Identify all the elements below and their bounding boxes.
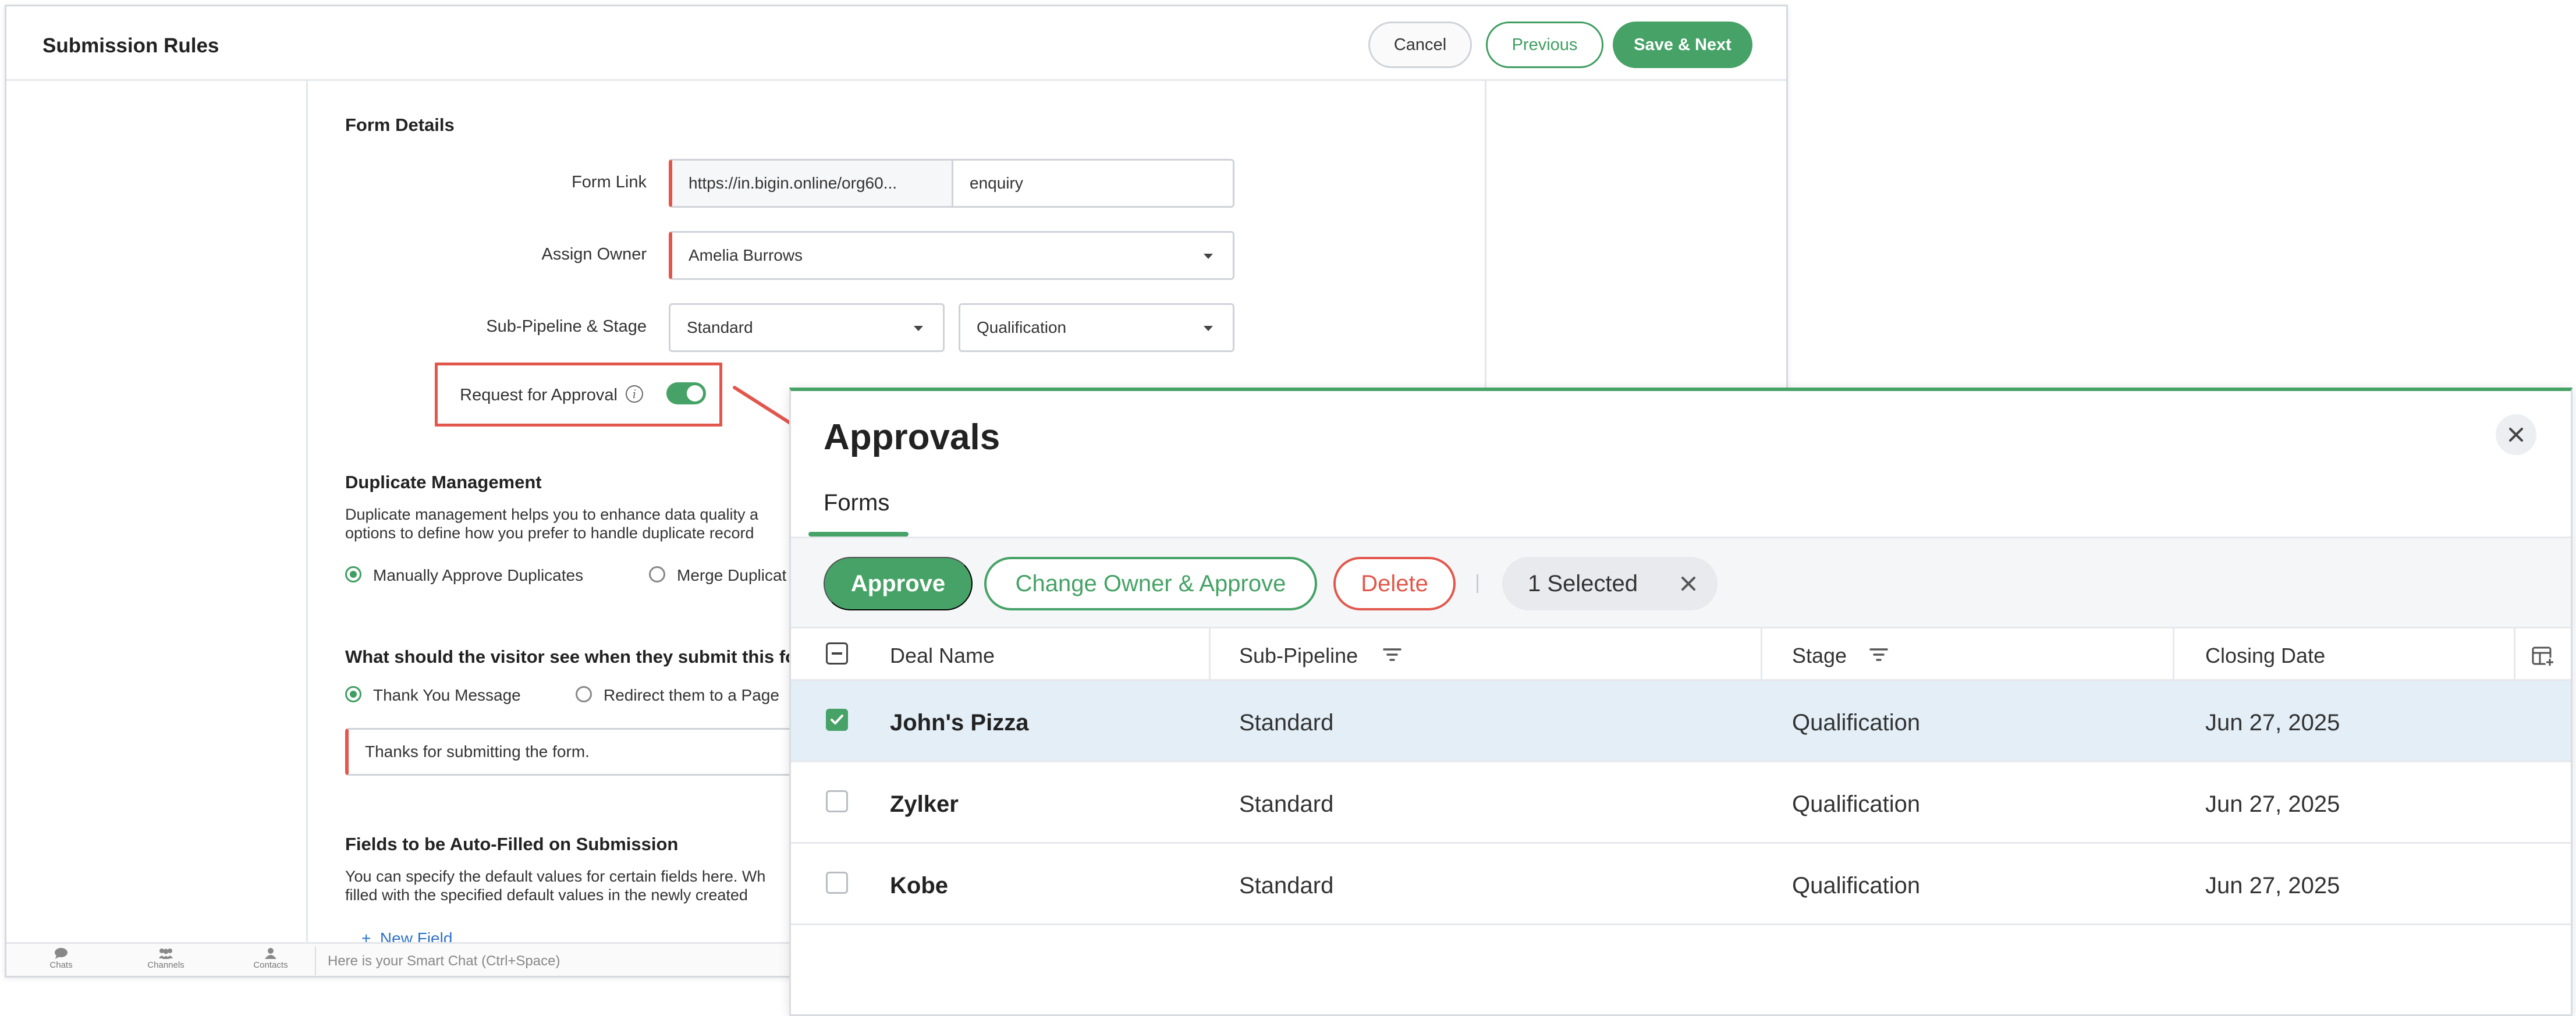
radio-merge-duplicates[interactable] [649,566,665,582]
radio-manually-approve[interactable] [345,566,361,582]
change-owner-approve-button[interactable]: Change Owner & Approve [984,557,1317,610]
assign-owner-label: Assign Owner [541,245,647,264]
contacts-icon [265,948,276,959]
visitor-heading: What should the visitor see when they su… [345,646,804,667]
close-icon [2509,428,2523,442]
radio-manually-approve-label: Manually Approve Duplicates [373,566,584,584]
assign-owner-value: Amelia Burrows [689,246,803,264]
radio-redirect-label: Redirect them to a Page [604,686,779,704]
table-row[interactable]: John's Pizza Standard Qualification Jun … [791,681,2571,762]
caret-down-icon [914,326,923,331]
radio-thank-you-label: Thank You Message [373,686,521,704]
form-link-label: Form Link [572,173,647,191]
save-next-button[interactable]: Save & Next [1613,22,1752,68]
stage: Qualification [1792,873,1921,898]
form-details-heading: Form Details [345,115,455,135]
sub-pipeline-label: Sub-Pipeline & Stage [486,317,647,336]
table-row[interactable]: Kobe Standard Qualification Jun 27, 2025 [791,844,2571,925]
auto-fill-desc-line1: You can specify the default values for c… [345,868,766,885]
selection-count: 1 Selected [1528,570,1638,596]
previous-button[interactable]: Previous [1486,22,1603,68]
radio-thank-you[interactable] [345,686,361,702]
row-checkbox[interactable] [826,709,848,731]
column-divider[interactable] [1209,628,1211,681]
left-column [6,81,308,942]
column-divider[interactable] [2173,628,2174,681]
radio-redirect[interactable] [576,686,592,702]
sub-pipeline: Standard [1239,791,1334,817]
cancel-button[interactable]: Cancel [1368,22,1472,68]
auto-fill-heading: Fields to be Auto-Filled on Submission [345,834,679,854]
sub-pipeline-select[interactable]: Standard [669,303,945,352]
window-header: Submission Rules Cancel Previous Save & … [6,6,1786,81]
close-button[interactable] [2496,414,2536,455]
assign-owner-select[interactable]: Amelia Burrows [669,231,1234,280]
approvals-title: Approvals [824,417,1000,457]
filter-icon[interactable] [1382,646,1402,663]
duplicate-management-heading: Duplicate Management [345,472,542,492]
stage-select[interactable]: Qualification [959,303,1234,352]
closing-date: Jun 27, 2025 [2205,873,2340,898]
request-approval-toggle[interactable] [666,382,706,404]
bottom-contacts-label: Contacts [253,960,288,970]
duplicate-desc-line2: options to define how you prefer to hand… [345,524,754,542]
sub-pipeline: Standard [1239,873,1334,898]
deal-name[interactable]: John's Pizza [890,710,1028,736]
delete-button[interactable]: Delete [1333,557,1456,610]
sub-pipeline-value: Standard [687,318,753,336]
bottom-channels[interactable]: Channels [131,947,201,970]
form-link-slug-text: enquiry [970,174,1023,192]
deal-name[interactable]: Zylker [890,791,959,818]
caret-down-icon [1204,254,1213,259]
toolbar-divider [1477,574,1478,593]
radio-merge-duplicates-label: Merge Duplicat [677,566,787,584]
bottom-chats-label: Chats [49,960,73,970]
approvals-modal: Approvals Forms Approve Change Owner & A… [789,388,2573,1016]
chat-icon [55,948,68,959]
form-link-slug-input[interactable]: enquiry [952,159,1234,208]
request-approval-label: Request for Approval [460,386,618,404]
bottom-channels-label: Channels [147,960,184,970]
table-row[interactable]: Zylker Standard Qualification Jun 27, 20… [791,762,2571,844]
sub-pipeline: Standard [1239,710,1334,736]
divider [315,946,316,975]
col-stage[interactable]: Stage [1792,644,1847,668]
stage: Qualification [1792,710,1921,736]
col-sub-pipeline[interactable]: Sub-Pipeline [1239,644,1358,668]
action-toolbar: Approve Change Owner & Approve Delete 1 … [791,538,2571,628]
filter-icon[interactable] [1869,646,1889,663]
tab-forms[interactable]: Forms [824,490,889,516]
closing-date: Jun 27, 2025 [2205,791,2340,817]
channels-icon [159,948,173,959]
bottom-chats[interactable]: Chats [26,947,96,970]
col-closing-date[interactable]: Closing Date [2205,644,2325,668]
smart-chat-input[interactable]: Here is your Smart Chat (Ctrl+Space) [328,953,560,969]
column-settings-icon[interactable] [2531,645,2554,668]
caret-down-icon [1204,326,1213,331]
duplicate-desc-line1: Duplicate management helps you to enhanc… [345,506,758,523]
info-icon[interactable]: i [626,385,643,403]
check-icon [831,715,843,724]
row-checkbox[interactable] [826,872,848,894]
page-title: Submission Rules [42,34,219,57]
stage-value: Qualification [977,318,1067,336]
column-divider[interactable] [1761,628,1762,681]
approve-button[interactable]: Approve [824,557,973,610]
tab-forms-indicator [808,532,909,537]
col-deal-name[interactable]: Deal Name [890,644,995,668]
column-divider[interactable] [2514,628,2515,681]
thank-you-message-text: Thanks for submitting the form. [365,743,590,761]
deal-name[interactable]: Kobe [890,873,948,899]
auto-fill-desc-line2: filled with the specified default values… [345,886,748,904]
closing-date: Jun 27, 2025 [2205,710,2340,736]
clear-selection-icon[interactable] [1679,574,1698,593]
form-link-url: https://in.bigin.online/org60... [669,159,954,208]
row-checkbox[interactable] [826,790,848,812]
bottom-contacts[interactable]: Contacts [236,947,306,970]
select-all-checkbox[interactable] [826,642,848,665]
stage: Qualification [1792,791,1921,817]
table-header: Deal Name Sub-Pipeline Stage Closing Dat… [791,628,2571,681]
form-link-url-text: https://in.bigin.online/org60... [689,174,897,192]
